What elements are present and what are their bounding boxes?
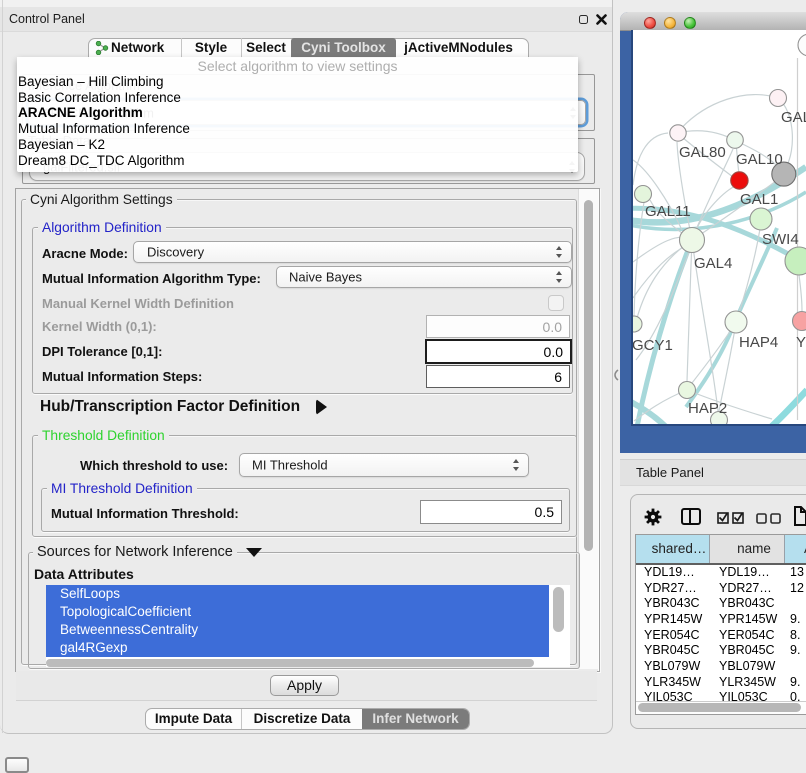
svg-text:GAL2: GAL2: [781, 109, 806, 126]
svg-text:HAP2: HAP2: [688, 400, 727, 417]
svg-text:GAL1: GAL1: [740, 191, 778, 208]
svg-text:SWI4: SWI4: [762, 231, 799, 248]
svg-text:GAL10: GAL10: [736, 151, 783, 168]
svg-text:GAL80: GAL80: [679, 144, 726, 161]
svg-text:GAL4: GAL4: [694, 255, 732, 272]
svg-text:GCY1: GCY1: [633, 337, 673, 354]
svg-text:Y: Y: [796, 334, 806, 351]
svg-text:HAP4: HAP4: [739, 334, 778, 351]
svg-text:GAL11: GAL11: [645, 203, 691, 220]
